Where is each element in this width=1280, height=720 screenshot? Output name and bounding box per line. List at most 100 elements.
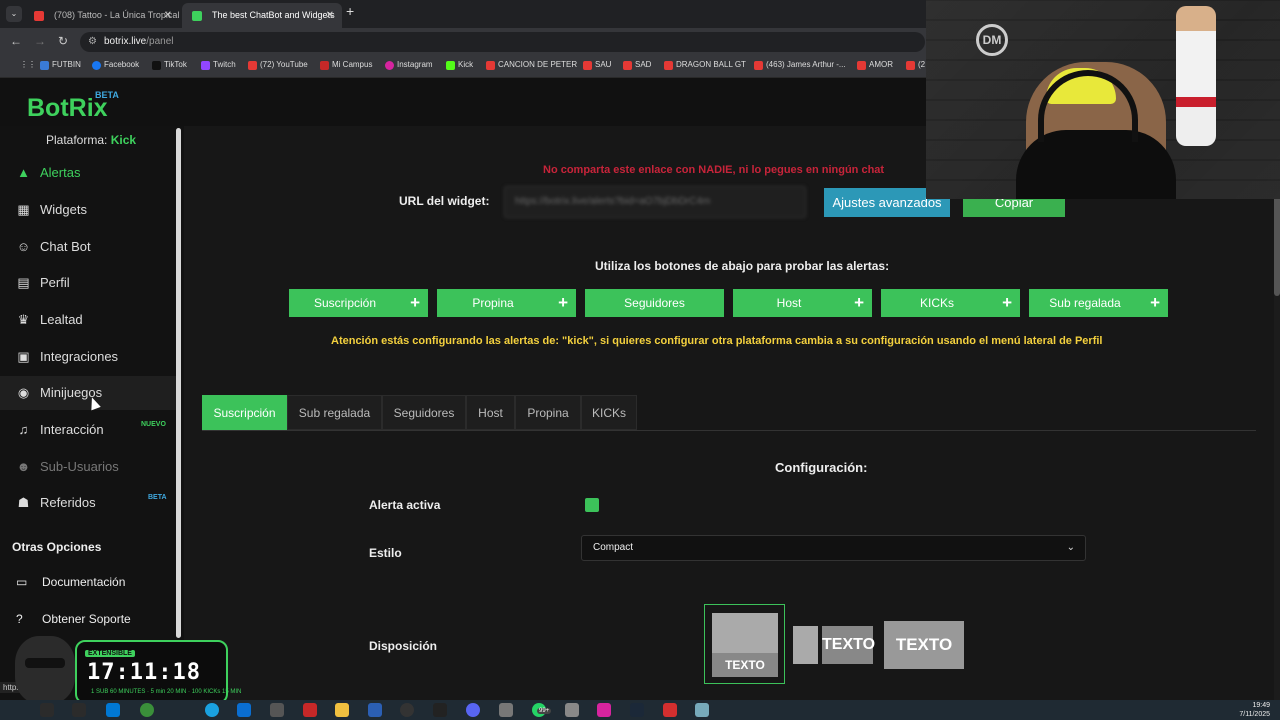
layout-text-sample: TEXTO [712, 653, 778, 677]
layout-option-overlay[interactable]: TEXTO [884, 621, 964, 669]
sidebar-item-perfil[interactable]: ▤ Perfil [0, 266, 176, 300]
sidebar-item-label: Integraciones [40, 349, 119, 364]
test-propina-button[interactable]: Propina + [437, 289, 576, 317]
other-options-heading: Otras Opciones [12, 540, 102, 554]
app-icon[interactable] [597, 703, 611, 717]
bookmark-item[interactable]: (463) James Arthur -... [754, 60, 846, 70]
test-host-button[interactable]: Host + [733, 289, 872, 317]
bookmark-item[interactable]: (2 [906, 60, 925, 70]
sidebar-scrollbar[interactable] [176, 128, 181, 638]
windows-icon[interactable] [106, 703, 120, 717]
tab-sub-regalada[interactable]: Sub regalada [287, 395, 382, 430]
layout-text-sample: TEXTO [895, 635, 953, 654]
youtube-icon [248, 61, 257, 70]
apps-icon[interactable]: ⋮⋮ [8, 60, 36, 69]
layout-option-side[interactable]: TEXTO [793, 626, 875, 664]
test-alerts-hint: Utiliza los botones de abajo para probar… [595, 259, 890, 273]
tiktok-icon [152, 61, 161, 70]
youtube-icon [486, 61, 495, 70]
edge-icon[interactable] [205, 703, 219, 717]
folder-icon[interactable] [335, 703, 349, 717]
app-icon[interactable] [499, 703, 513, 717]
tab-host[interactable]: Host [466, 395, 515, 430]
sidebar-item-soporte[interactable]: ? Obtener Soporte [16, 612, 131, 626]
system-clock[interactable]: 19:49 7/11/2025 [1239, 701, 1270, 719]
bookmark-item[interactable]: TikTok [152, 60, 187, 70]
help-icon: ? [16, 612, 23, 626]
youtube-icon [623, 61, 632, 70]
test-suscripcion-button[interactable]: Suscripción + [289, 289, 428, 317]
bookmark-label: SAU [595, 60, 612, 69]
reload-icon[interactable]: ↻ [58, 34, 68, 48]
bookmark-item[interactable]: SAD [623, 60, 651, 70]
app-icon[interactable] [400, 703, 414, 717]
search-icon[interactable] [40, 703, 54, 717]
sidebar-item-referidos[interactable]: ☗ Referidos BETA [0, 486, 176, 520]
tab-title: The best ChatBot and Widgets [212, 10, 335, 20]
word-icon[interactable] [368, 703, 382, 717]
sidebar-item-interaccion[interactable]: ♫ Interacción NUEVO [0, 413, 176, 447]
sidebar-item-integraciones[interactable]: ▣ Integraciones [0, 340, 176, 374]
alert-active-label: Alerta activa [369, 498, 441, 512]
test-kicks-button[interactable]: KICKs + [881, 289, 1020, 317]
bookmark-item[interactable]: Mi Campus [320, 60, 372, 70]
bookmark-item[interactable]: Instagram [385, 60, 433, 70]
test-seguidores-button[interactable]: Seguidores [585, 289, 724, 317]
tab-suscripcion[interactable]: Suscripción [202, 395, 287, 430]
alert-active-checkbox[interactable] [585, 498, 599, 512]
task-view-icon[interactable] [72, 703, 86, 717]
bookmark-item[interactable]: Twitch [201, 60, 236, 70]
tab-search-icon[interactable]: ⌄ [6, 6, 22, 22]
test-sub-regalada-button[interactable]: Sub regalada + [1029, 289, 1168, 317]
bookmark-item[interactable]: CANCION DE PETER [486, 60, 577, 70]
layout-option-stacked[interactable]: TEXTO [704, 604, 785, 684]
taskbar: 99+ 19:49 7/11/2025 [0, 700, 1280, 720]
page-scrollbar[interactable] [1274, 126, 1280, 700]
pdf-icon[interactable] [663, 703, 677, 717]
app-icon[interactable] [695, 703, 709, 717]
browser-tab-botrix[interactable]: The best ChatBot and Widgets ✕ [182, 3, 342, 28]
new-tab-icon[interactable]: + [346, 3, 354, 19]
close-icon[interactable]: ✕ [164, 3, 172, 28]
tab-propina[interactable]: Propina [515, 395, 581, 430]
bookmark-item[interactable]: AMOR [857, 60, 893, 70]
forward-icon[interactable]: → [34, 34, 46, 48]
style-select[interactable]: Compact ⌄ [581, 535, 1086, 561]
obs-icon[interactable] [270, 703, 284, 717]
sidebar-item-lealtad[interactable]: ♛ Lealtad [0, 303, 176, 337]
widget-url-field[interactable]: https://botrix.live/alerts?bid=aO7bjDbDr… [504, 186, 806, 218]
back-icon[interactable]: ← [10, 34, 22, 48]
browser-tab-tattoo[interactable]: (708) Tattoo - La Única Tropical ✕ [24, 3, 180, 28]
calculator-icon[interactable] [565, 703, 579, 717]
widget-url-label: URL del widget: [399, 194, 490, 208]
mail-icon[interactable] [237, 703, 251, 717]
discord-icon[interactable] [466, 703, 480, 717]
chrome-icon[interactable] [140, 703, 154, 717]
sidebar-item-sub-usuarios[interactable]: ☻ Sub-Usuarios [0, 450, 176, 484]
sidebar-item-documentacion[interactable]: ▭ Documentación [16, 575, 125, 589]
site-info-icon[interactable]: ⚙ [88, 32, 97, 52]
address-bar[interactable]: ⚙ botrix.live/panel [80, 32, 925, 52]
campus-icon [320, 61, 329, 70]
bookmark-item[interactable]: SAU [583, 60, 612, 70]
button-label: Seguidores [624, 296, 685, 310]
beta-badge: BETA [95, 90, 119, 100]
sidebar-item-minijuegos[interactable]: ◉ Minijuegos [0, 376, 176, 410]
bookmark-item[interactable]: DRAGON BALL GT [664, 60, 746, 70]
robot-icon: ☺ [16, 239, 31, 254]
sidebar-item-chat-bot[interactable]: ☺ Chat Bot [0, 230, 176, 264]
sidebar-item-alertas[interactable]: ▲ Alertas [0, 156, 176, 190]
sidebar-item-widgets[interactable]: ▦ Widgets [0, 193, 176, 227]
bookmark-item[interactable]: Facebook [92, 60, 139, 70]
layout-text-sample: TEXTO [822, 626, 875, 664]
media-icon[interactable] [303, 703, 317, 717]
bookmark-item[interactable]: FUTBIN [40, 60, 81, 70]
bookmark-item[interactable]: Kick [446, 60, 473, 70]
steam-icon[interactable] [630, 703, 644, 717]
plus-icon: + [1002, 293, 1012, 312]
app-icon[interactable] [433, 703, 447, 717]
close-icon[interactable]: ✕ [326, 3, 334, 28]
tab-seguidores[interactable]: Seguidores [382, 395, 466, 430]
tab-kicks[interactable]: KICKs [581, 395, 637, 430]
bookmark-item[interactable]: (72) YouTube [248, 60, 308, 70]
